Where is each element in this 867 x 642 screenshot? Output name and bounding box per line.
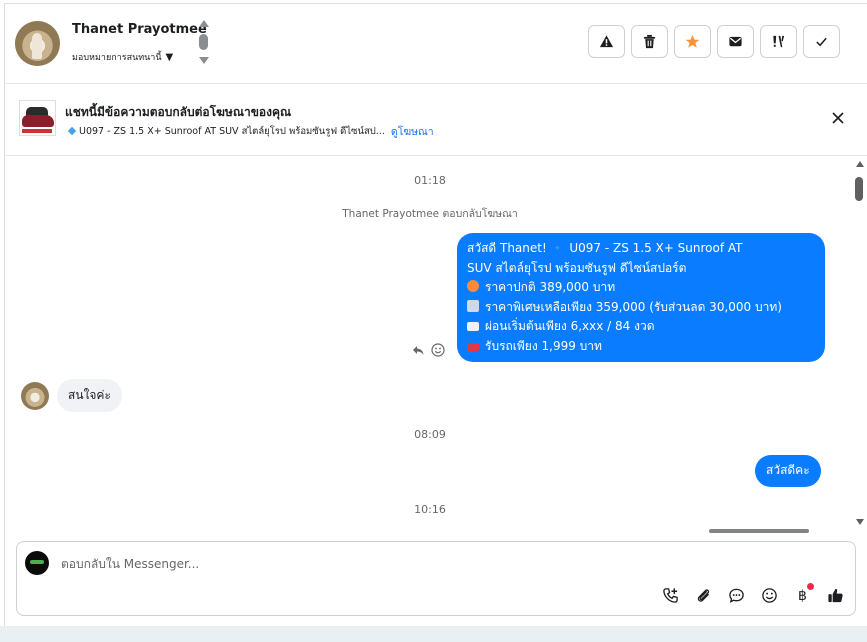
timestamp: 10:16 — [414, 503, 446, 516]
warning-icon — [599, 35, 614, 48]
envelope-icon — [729, 36, 742, 47]
contact-avatar[interactable] — [15, 21, 60, 66]
check-icon — [816, 37, 827, 47]
attach-button[interactable] — [694, 586, 713, 605]
baht-icon: ฿ — [798, 587, 807, 604]
assign-label: มอบหมายการสนทนานี้ — [72, 53, 162, 63]
assign-conversation-dropdown[interactable]: มอบหมายการสนทนานี้ ▼ — [72, 50, 173, 64]
ad-reply-banner: แชทนี้มีข้อความตอบกลับต่อโฆษณาของคุณ U09… — [5, 84, 867, 156]
message-line: ราคาปกติ 389,000 บาท — [485, 280, 616, 294]
saved-replies-button[interactable] — [727, 586, 746, 605]
star-icon — [685, 34, 700, 48]
notification-dot — [807, 583, 814, 590]
exclamation-icon — [773, 35, 785, 48]
bottom-strip — [0, 626, 867, 642]
composer-tools: ฿ — [661, 583, 845, 605]
scroll-thumb[interactable] — [855, 177, 863, 201]
react-emoji-icon[interactable] — [431, 343, 445, 357]
timestamp: 08:09 — [414, 428, 446, 441]
call-add-icon — [663, 588, 678, 603]
emoji-icon — [762, 588, 777, 603]
reply-input[interactable] — [61, 554, 821, 574]
nav-handle — [199, 34, 208, 50]
saved-reply-icon — [729, 588, 744, 603]
ad-thumbnail[interactable] — [19, 100, 56, 136]
thread-scrollbar[interactable] — [855, 161, 867, 533]
ad-banner-title: แชทนี้มีข้อความตอบกลับต่อโฆษณาของคุณ — [65, 105, 292, 119]
blue-diamond-icon — [67, 126, 77, 136]
scroll-down-icon[interactable] — [856, 519, 864, 525]
ad-summary: U097 - ZS 1.5 X+ Sunroof AT SUV สไตล์ยุโ… — [79, 126, 385, 137]
contact-name[interactable]: Thanet Prayotmee — [72, 22, 207, 37]
trash-icon — [643, 34, 656, 49]
ad-summary-row: U097 - ZS 1.5 X+ Sunroof AT SUV สไตล์ยุโ… — [67, 123, 434, 140]
message-line: สวัสดี Thanet! 🔹 U097 - ZS 1.5 X+ Sunroo… — [467, 241, 743, 255]
like-icon — [828, 588, 843, 603]
emoji-button[interactable] — [760, 586, 779, 605]
sparkle-icon — [467, 280, 479, 292]
attachment-icon — [697, 589, 710, 602]
arrow-down-icon[interactable] — [199, 57, 209, 64]
arrow-up-icon[interactable] — [199, 20, 209, 27]
reply-icon[interactable] — [411, 343, 425, 357]
message-line: ราคาพิเศษเหลือเพียง 359,000 (รับส่วนลด 3… — [485, 299, 782, 314]
conversation-header: Thanet Prayotmee มอบหมายการสนทนานี้ ▼ — [5, 4, 867, 84]
satellite-icon — [467, 299, 479, 312]
message-line: SUV สไตล์ยุโรป พร้อมซันรูฟ ดีไซน์สปอร์ต — [467, 260, 687, 275]
mark-unread-button[interactable] — [717, 25, 754, 58]
conversation-nav-arrows[interactable] — [197, 20, 211, 66]
close-icon[interactable] — [831, 111, 845, 125]
star-button[interactable] — [674, 25, 711, 58]
delete-button[interactable] — [631, 25, 668, 58]
message-thread[interactable]: 01:18 Thanet Prayotmee ตอบกลับโฆษณา สวัส… — [5, 157, 855, 537]
payment-button[interactable]: ฿ — [793, 583, 814, 605]
outgoing-ad-reply-bubble[interactable]: สวัสดี Thanet! 🔹 U097 - ZS 1.5 X+ Sunroo… — [457, 233, 825, 362]
like-button[interactable] — [826, 586, 845, 605]
page-avatar[interactable] — [25, 551, 49, 575]
scroll-up-icon[interactable] — [856, 161, 864, 167]
message-line: รับรถเพียง 1,999 บาท — [485, 338, 602, 353]
header-actions — [588, 25, 840, 58]
conversation-panel: Thanet Prayotmee มอบหมายการสนทนานี้ ▼ แช… — [4, 3, 867, 626]
report-button[interactable] — [588, 25, 625, 58]
car-icon — [467, 342, 479, 351]
message-line: ผ่อนเริ่มต้นเพียง 6,xxx / 84 งวด — [485, 319, 655, 333]
caret-down-icon: ▼ — [165, 51, 174, 63]
done-button[interactable] — [803, 25, 840, 58]
partial-message — [709, 528, 829, 533]
message-actions — [411, 343, 445, 357]
credit-card-icon — [467, 322, 479, 331]
system-note: Thanet Prayotmee ตอบกลับโฆษณา — [342, 208, 518, 220]
view-ad-link[interactable]: ดูโฆษณา — [391, 123, 434, 140]
incoming-message-bubble[interactable]: สนใจค่ะ — [57, 379, 122, 412]
outgoing-greeting-bubble[interactable]: สวัสดีคะ — [755, 455, 821, 487]
call-add-button[interactable] — [661, 586, 680, 605]
spam-button[interactable] — [760, 25, 797, 58]
timestamp: 01:18 — [414, 174, 446, 187]
contact-avatar-small[interactable] — [21, 382, 49, 410]
message-composer: ฿ — [16, 541, 856, 616]
